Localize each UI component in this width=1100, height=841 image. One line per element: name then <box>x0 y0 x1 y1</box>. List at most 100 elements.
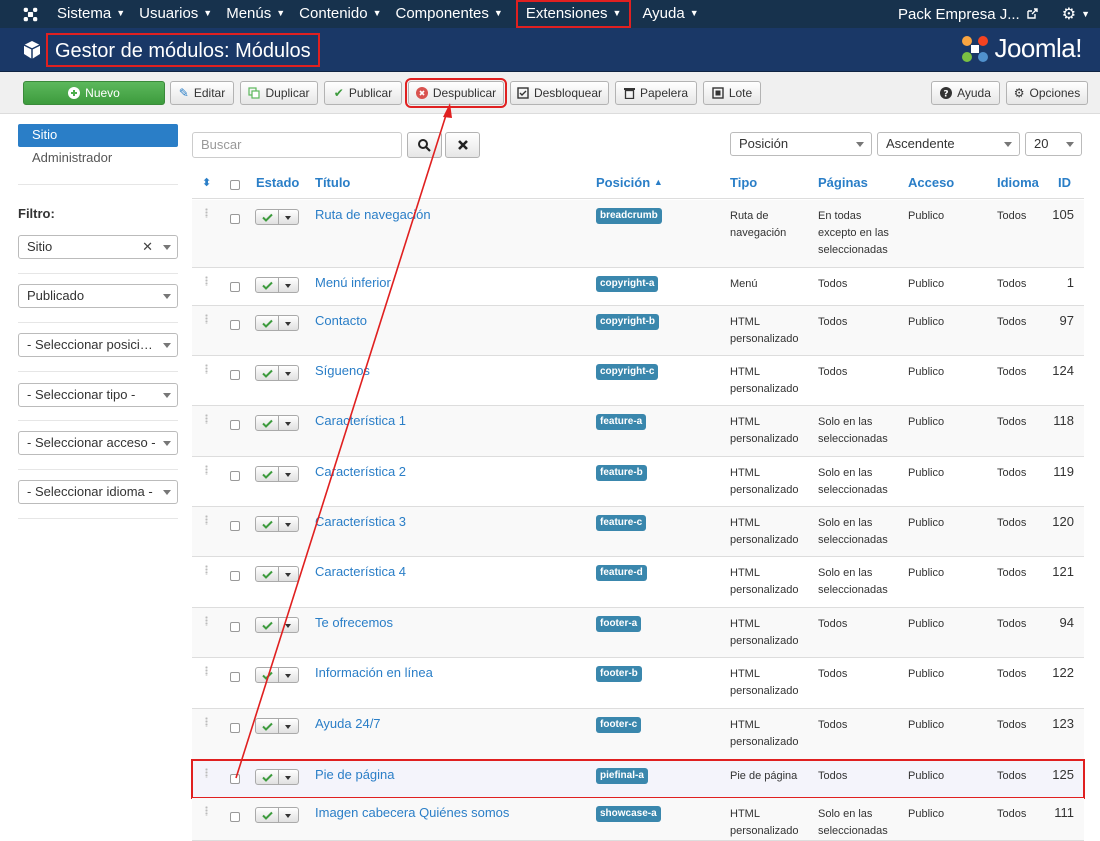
header-titulo[interactable]: Título <box>315 175 350 190</box>
status-dropdown-button[interactable] <box>279 365 299 381</box>
status-dropdown-button[interactable] <box>279 807 299 823</box>
filter-language-select[interactable]: - Seleccionar idioma - <box>18 480 178 504</box>
row-checkbox[interactable] <box>230 214 240 224</box>
status-toggle[interactable] <box>255 718 299 734</box>
module-title-link[interactable]: Característica 3 <box>315 514 406 529</box>
drag-handle-icon[interactable] <box>205 565 208 575</box>
drag-handle-icon[interactable] <box>205 208 208 218</box>
module-title-link[interactable]: Te ofrecemos <box>315 615 393 630</box>
drag-handle-icon[interactable] <box>205 768 208 778</box>
filter-position-select[interactable]: - Seleccionar posici… <box>18 333 178 357</box>
help-button[interactable]: ? Ayuda <box>931 81 1000 105</box>
module-title-link[interactable]: Ayuda 24/7 <box>315 716 381 731</box>
status-toggle[interactable] <box>255 209 299 225</box>
list-limit-select[interactable]: 20 <box>1025 132 1082 156</box>
row-checkbox[interactable] <box>230 320 240 330</box>
header-posicion[interactable]: Posición ▲ <box>596 175 663 190</box>
row-checkbox[interactable] <box>230 774 240 784</box>
published-check-icon[interactable] <box>255 415 279 431</box>
published-check-icon[interactable] <box>255 209 279 225</box>
clear-search-button[interactable] <box>445 132 480 158</box>
status-dropdown-button[interactable] <box>279 466 299 482</box>
header-tipo[interactable]: Tipo <box>730 175 757 190</box>
ordering-sort-icon[interactable]: ⬍ <box>202 176 211 189</box>
module-title-link[interactable]: Síguenos <box>315 363 370 378</box>
status-toggle[interactable] <box>255 365 299 381</box>
module-title-link[interactable]: Característica 2 <box>315 464 406 479</box>
search-button[interactable] <box>407 132 442 158</box>
search-input[interactable]: Buscar <box>192 132 402 158</box>
status-toggle[interactable] <box>255 516 299 532</box>
published-check-icon[interactable] <box>255 277 279 293</box>
header-paginas[interactable]: Páginas <box>818 175 868 190</box>
new-button[interactable]: Nuevo <box>23 81 165 105</box>
module-title-link[interactable]: Característica 1 <box>315 413 406 428</box>
gear-icon[interactable]: ⚙ <box>1062 4 1076 24</box>
sidebar-item-administrador[interactable]: Administrador <box>18 147 178 170</box>
duplicate-button[interactable]: Duplicar <box>240 81 318 105</box>
menu-contenido[interactable]: Contenido ▼ <box>292 0 388 28</box>
module-title-link[interactable]: Ruta de navegación <box>315 207 431 222</box>
header-acceso[interactable]: Acceso <box>908 175 954 190</box>
status-toggle[interactable] <box>255 617 299 633</box>
drag-handle-icon[interactable] <box>205 276 208 286</box>
menu-menus[interactable]: Menús ▼ <box>219 0 292 28</box>
row-checkbox[interactable] <box>230 723 240 733</box>
published-check-icon[interactable] <box>255 466 279 482</box>
trash-button[interactable]: Papelera <box>615 81 697 105</box>
drag-handle-icon[interactable] <box>205 616 208 626</box>
drag-handle-icon[interactable] <box>205 515 208 525</box>
status-dropdown-button[interactable] <box>279 277 299 293</box>
clear-icon[interactable]: ✕ <box>142 236 153 258</box>
options-button[interactable]: ⚙ Opciones <box>1006 81 1088 105</box>
menu-usuarios[interactable]: Usuarios ▼ <box>132 0 219 28</box>
status-dropdown-button[interactable] <box>279 566 299 582</box>
drag-handle-icon[interactable] <box>205 806 208 816</box>
status-dropdown-button[interactable] <box>279 315 299 331</box>
published-check-icon[interactable] <box>255 566 279 582</box>
status-dropdown-button[interactable] <box>279 718 299 734</box>
drag-handle-icon[interactable] <box>205 465 208 475</box>
filter-client-select[interactable]: Sitio ✕ <box>18 235 178 259</box>
module-title-link[interactable]: Característica 4 <box>315 564 406 579</box>
status-dropdown-button[interactable] <box>279 617 299 633</box>
row-checkbox[interactable] <box>230 282 240 292</box>
site-name-link[interactable]: Pack Empresa J... <box>898 6 1020 23</box>
status-toggle[interactable] <box>255 667 299 683</box>
drag-handle-icon[interactable] <box>205 314 208 324</box>
sort-direction-select[interactable]: Ascendente <box>877 132 1020 156</box>
status-dropdown-button[interactable] <box>279 415 299 431</box>
module-title-link[interactable]: Contacto <box>315 313 367 328</box>
drag-handle-icon[interactable] <box>205 717 208 727</box>
menu-componentes[interactable]: Componentes ▼ <box>388 0 509 28</box>
external-link-icon[interactable] <box>1026 8 1038 20</box>
menu-sistema[interactable]: Sistema ▼ <box>50 0 132 28</box>
status-toggle[interactable] <box>255 415 299 431</box>
status-toggle[interactable] <box>255 466 299 482</box>
row-checkbox[interactable] <box>230 571 240 581</box>
select-all-checkbox[interactable] <box>230 180 240 190</box>
row-checkbox[interactable] <box>230 370 240 380</box>
header-id[interactable]: ID <box>1058 175 1071 190</box>
status-dropdown-button[interactable] <box>279 667 299 683</box>
row-checkbox[interactable] <box>230 471 240 481</box>
drag-handle-icon[interactable] <box>205 666 208 676</box>
status-dropdown-button[interactable] <box>279 209 299 225</box>
published-check-icon[interactable] <box>255 315 279 331</box>
module-title-link[interactable]: Imagen cabecera Quiénes somos <box>315 805 509 820</box>
published-check-icon[interactable] <box>255 667 279 683</box>
publish-button[interactable]: ✔ Publicar <box>324 81 402 105</box>
edit-button[interactable]: ✎ Editar <box>170 81 234 105</box>
row-checkbox[interactable] <box>230 672 240 682</box>
published-check-icon[interactable] <box>255 807 279 823</box>
filter-state-select[interactable]: Publicado <box>18 284 178 308</box>
drag-handle-icon[interactable] <box>205 414 208 424</box>
module-title-link[interactable]: Menú inferior <box>315 275 391 290</box>
menu-extensiones[interactable]: Extensiones ▼ <box>515 0 632 28</box>
unlock-button[interactable]: Desbloquear <box>510 81 609 105</box>
row-checkbox[interactable] <box>230 812 240 822</box>
row-checkbox[interactable] <box>230 420 240 430</box>
drag-handle-icon[interactable] <box>205 364 208 374</box>
status-toggle[interactable] <box>255 277 299 293</box>
status-toggle[interactable] <box>255 315 299 331</box>
